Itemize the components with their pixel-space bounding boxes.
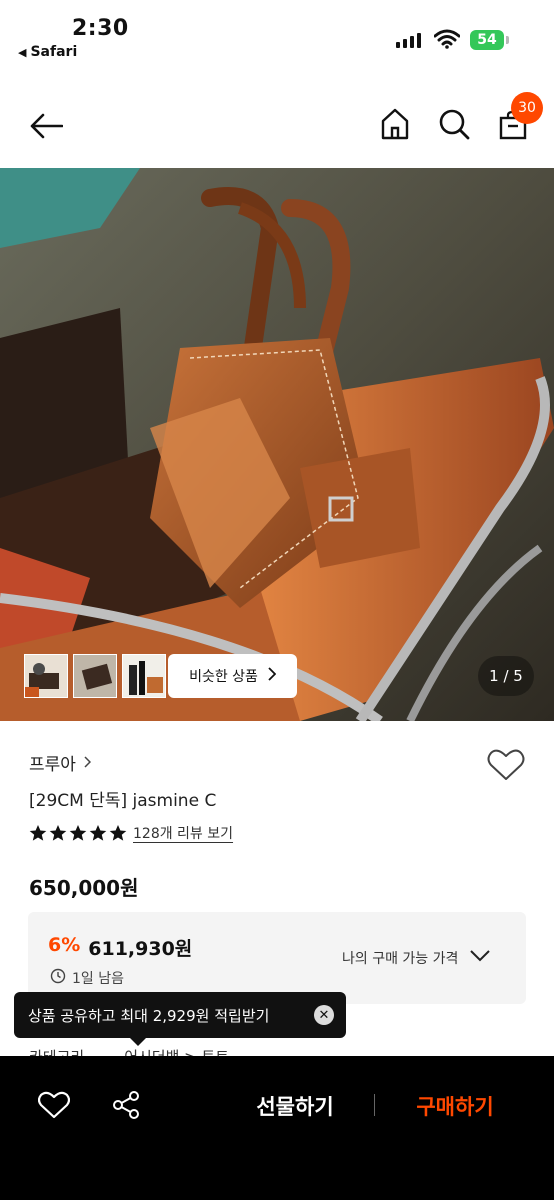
thumbnail-3[interactable] <box>122 654 166 698</box>
brand-name: 프루아 <box>29 755 76 775</box>
buy-button[interactable]: 구매하기 <box>390 1086 520 1126</box>
battery-icon: 54 <box>470 30 504 50</box>
thumbnail-1[interactable] <box>24 654 68 698</box>
cart-count-badge: 30 <box>511 92 543 124</box>
clock-icon <box>50 968 66 988</box>
product-photo-illustration <box>0 168 554 721</box>
top-nav <box>0 90 554 162</box>
divider <box>374 1094 375 1116</box>
chevron-down-icon <box>470 950 491 966</box>
share-reward-tooltip: 상품 공유하고 최대 2,929원 적립받기 ✕ <box>14 992 346 1046</box>
brand-link[interactable]: 프루아 <box>29 750 91 775</box>
thumbnail-2[interactable] <box>73 654 117 698</box>
discount-price: 611,930원 <box>88 938 193 960</box>
cellular-signal-icon <box>396 33 421 48</box>
image-page-indicator: 1 / 5 <box>478 656 534 696</box>
rating-row: 128개 리뷰 보기 <box>29 823 233 843</box>
heart-icon[interactable] <box>36 1088 72 1122</box>
thumbnail-strip <box>24 654 166 698</box>
star-icon <box>29 825 127 841</box>
share-icon[interactable] <box>108 1088 144 1122</box>
remaining-label: 1일 남음 <box>72 971 124 987</box>
search-icon[interactable] <box>436 106 472 142</box>
bottom-action-bar: 선물하기 구매하기 <box>0 1056 554 1200</box>
close-icon[interactable]: ✕ <box>314 1005 334 1025</box>
back-arrow-icon[interactable] <box>26 108 66 144</box>
tooltip-text: 상품 공유하고 최대 2,929원 적립받기 <box>28 1006 270 1025</box>
price-box: 6% 611,930원 1일 남음 나의 구매 가능 가격 <box>28 912 526 1004</box>
status-time: 2:30 <box>72 16 129 41</box>
tooltip-arrow <box>130 1038 146 1046</box>
remaining-time: 1일 남음 <box>50 968 124 988</box>
battery-tip <box>506 36 509 44</box>
back-app-label: Safari <box>30 44 78 60</box>
home-icon[interactable] <box>378 106 412 142</box>
similar-products-label: 비슷한 상품 <box>189 669 258 685</box>
chevron-right-icon <box>84 753 91 773</box>
similar-products-button[interactable]: 비슷한 상품 <box>168 654 297 698</box>
review-link[interactable]: 128개 리뷰 보기 <box>133 823 233 843</box>
my-price-toggle[interactable]: 나의 구매 가능 가격 <box>342 948 491 968</box>
status-bar: 2:30 ◀ Safari 54 <box>0 0 554 70</box>
back-to-app-link[interactable]: ◀ Safari <box>18 44 77 60</box>
gift-button[interactable]: 선물하기 <box>230 1086 360 1126</box>
wishlist-heart-icon[interactable] <box>487 748 525 786</box>
wifi-icon <box>433 29 461 53</box>
chevron-right-icon <box>268 667 277 685</box>
rating-stars <box>29 824 127 842</box>
my-price-label: 나의 구매 가능 가격 <box>342 951 459 967</box>
discount-row: 6% 611,930원 <box>48 934 192 961</box>
original-price: 650,000원 <box>29 876 139 900</box>
discount-rate: 6% <box>48 934 81 956</box>
product-name: [29CM 단독] jasmine C <box>29 791 217 811</box>
back-triangle-icon: ◀ <box>18 45 27 59</box>
product-image[interactable] <box>0 168 554 721</box>
